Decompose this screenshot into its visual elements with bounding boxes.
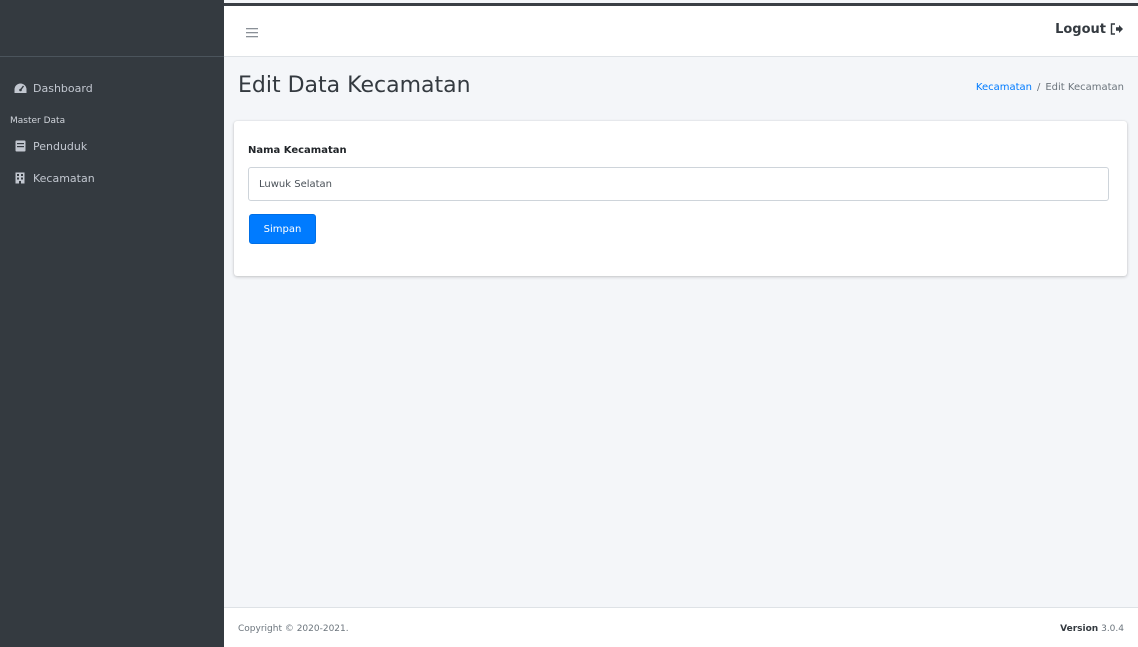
page-title: Edit Data Kecamatan: [238, 73, 471, 98]
footer-version-number: 3.0.4: [1101, 624, 1124, 634]
dashboard-icon: [13, 81, 27, 95]
nama-kecamatan-label: Nama Kecamatan: [248, 145, 347, 156]
footer: Copyright © 2020-2021. Version 3.0.4: [224, 607, 1138, 647]
logout-button[interactable]: Logout: [1055, 22, 1124, 37]
breadcrumb: Kecamatan / Edit Kecamatan: [976, 82, 1124, 93]
book-icon: [13, 139, 27, 153]
breadcrumb-separator: /: [1036, 82, 1041, 93]
nama-kecamatan-input[interactable]: [248, 167, 1109, 201]
breadcrumb-link-kecamatan[interactable]: Kecamatan: [976, 82, 1032, 93]
simpan-button[interactable]: Simpan: [249, 214, 316, 244]
logout-label: Logout: [1055, 22, 1106, 37]
content-wrapper: Logout Edit Data Kecamatan Kecamatan / E…: [224, 0, 1138, 647]
sign-out-icon: [1110, 22, 1124, 37]
sidebar-item-label: Dashboard: [33, 81, 93, 95]
hamburger-icon[interactable]: [246, 23, 260, 38]
sidebar-section-header: Master Data: [10, 116, 66, 126]
sidebar-item-label: Penduduk: [33, 139, 88, 153]
footer-copyright: Copyright © 2020-2021.: [238, 624, 349, 634]
building-icon: [13, 171, 27, 185]
sidebar-item-dashboard[interactable]: Dashboard: [0, 72, 224, 104]
breadcrumb-current: Edit Kecamatan: [1045, 82, 1124, 93]
footer-version-label: Version: [1060, 624, 1099, 634]
sidebar-item-kecamatan[interactable]: Kecamatan: [0, 162, 224, 194]
edit-form-card: Nama Kecamatan Simpan: [234, 121, 1127, 276]
sidebar-brand: [0, 0, 224, 57]
footer-version: Version 3.0.4: [1060, 624, 1124, 634]
top-navbar: Logout: [224, 3, 1138, 57]
sidebar-item-label: Kecamatan: [33, 171, 95, 185]
sidebar-item-penduduk[interactable]: Penduduk: [0, 130, 224, 162]
sidebar: Dashboard Master Data Penduduk Kecamatan: [0, 0, 224, 647]
